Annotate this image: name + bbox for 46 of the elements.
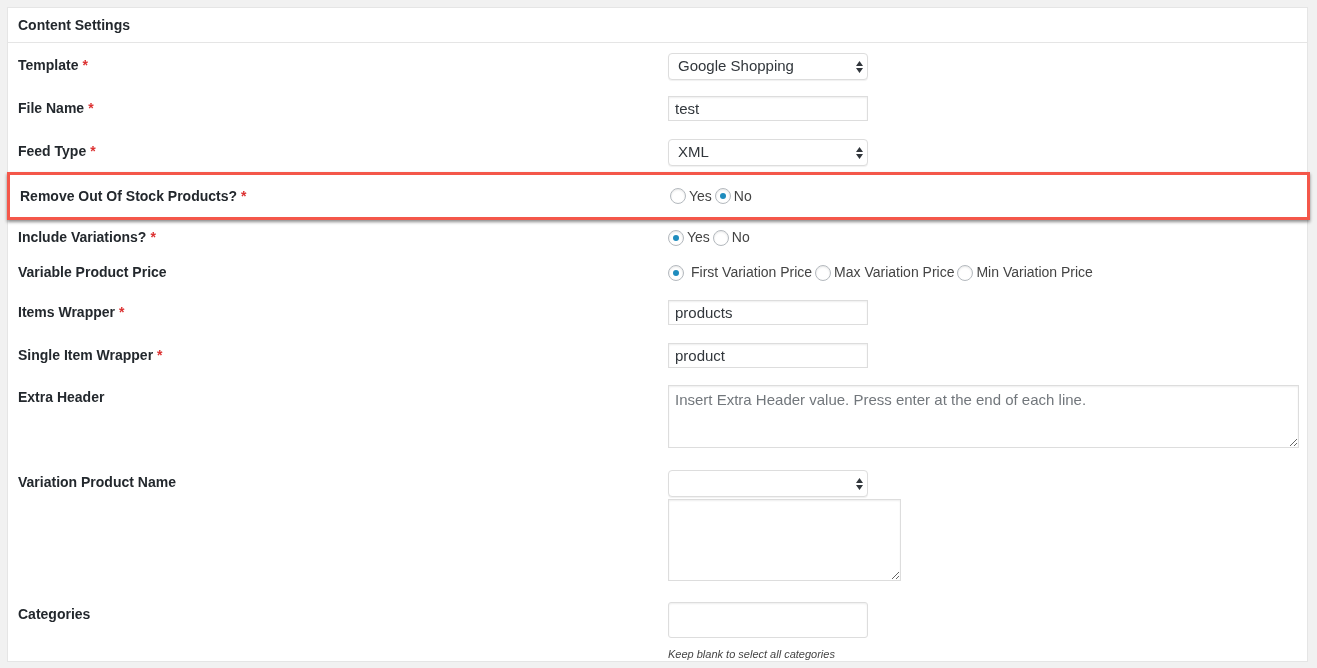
field-label: Variable Product Price — [18, 264, 167, 280]
radio-button[interactable] — [815, 264, 832, 281]
field-label: Single Item Wrapper — [18, 347, 154, 363]
radio-button[interactable] — [668, 264, 684, 281]
dropdown-arrows-icon — [856, 60, 863, 73]
radio-button[interactable] — [712, 229, 729, 246]
field-label: Extra Header — [18, 389, 105, 405]
text-area[interactable]: Insert Extra Header value. Press enter at the end of each line. — [668, 385, 1299, 448]
radio-button[interactable] — [714, 188, 731, 204]
required-mark: * — [241, 187, 247, 204]
field-label: Remove Out Of Stock Products? — [20, 187, 238, 204]
radio-button[interactable] — [670, 188, 686, 204]
text-area[interactable] — [668, 499, 901, 581]
dropdown-select[interactable]: Google Shopping — [668, 53, 868, 80]
radio-label[interactable]: No — [733, 185, 752, 207]
radio-label[interactable]: No — [731, 227, 750, 248]
required-mark: * — [90, 143, 96, 159]
required-mark: * — [150, 229, 156, 245]
field-label: Feed Type — [18, 143, 87, 159]
radio-label[interactable]: Max Variation Price — [834, 262, 955, 283]
text-field[interactable]: product — [668, 343, 868, 368]
dropdown-select[interactable]: XML — [668, 139, 868, 166]
required-mark: * — [157, 347, 163, 363]
dropdown-arrows-icon — [856, 146, 863, 159]
field-label: File Name — [18, 100, 85, 116]
categories-field[interactable] — [668, 602, 868, 638]
text-field[interactable]: test — [668, 96, 868, 121]
radio-button[interactable] — [957, 264, 974, 281]
text-field[interactable]: products — [668, 300, 868, 325]
field-label: Variation Product Name — [18, 474, 176, 490]
field-label: Items Wrapper — [18, 304, 115, 320]
required-mark: * — [119, 304, 125, 320]
field-label: Template — [18, 57, 79, 73]
radio-label[interactable]: Yes — [687, 227, 710, 248]
radio-button[interactable] — [668, 229, 684, 246]
panel-title: Content Settings — [18, 15, 130, 35]
radio-label[interactable]: Yes — [689, 185, 712, 207]
hint-text: Keep blank to select all categories — [668, 647, 836, 662]
dropdown-select[interactable] — [668, 470, 868, 497]
required-mark: * — [88, 100, 94, 116]
field-label: Categories — [18, 606, 91, 622]
radio-label[interactable]: Min Variation Price — [976, 262, 1093, 283]
field-label: Include Variations? — [18, 229, 147, 245]
dropdown-arrows-icon — [856, 477, 863, 490]
required-mark: * — [82, 57, 88, 73]
radio-label[interactable]: First Variation Price — [691, 262, 813, 283]
